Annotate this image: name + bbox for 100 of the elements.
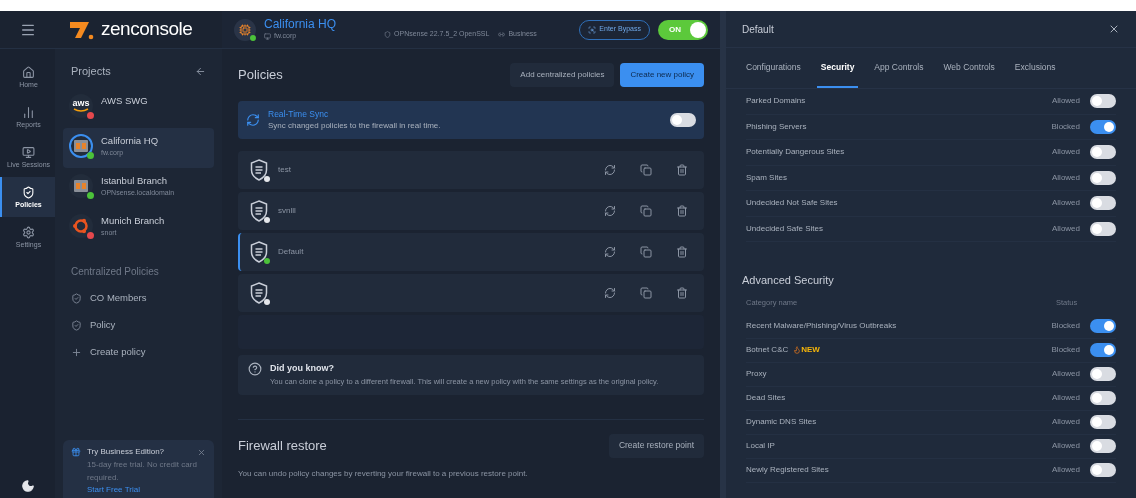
sidebar-link[interactable]: Create policy xyxy=(63,338,214,366)
start-trial-link[interactable]: Start Free Trial xyxy=(71,484,206,496)
toggle-switch[interactable] xyxy=(1090,94,1116,109)
category-name: Spam Sites xyxy=(746,171,788,184)
restore-heading: Firewall restore xyxy=(238,436,328,455)
category-status: Allowed xyxy=(1052,222,1080,235)
bar-chart-icon xyxy=(22,106,35,119)
policy-row[interactable]: svnlll xyxy=(238,192,704,230)
policy-row[interactable]: Default xyxy=(238,233,704,271)
sidebar-link[interactable]: CO Members xyxy=(63,284,214,312)
toggle-switch[interactable] xyxy=(1090,319,1116,333)
drawer-tab[interactable]: Configurations xyxy=(742,48,805,88)
toggle-switch[interactable] xyxy=(1090,196,1116,211)
toggle-switch[interactable] xyxy=(1090,415,1116,429)
sync-icon[interactable] xyxy=(604,205,616,217)
toggle-switch[interactable] xyxy=(1090,343,1116,357)
category-status: Blocked xyxy=(1051,320,1080,332)
drawer-title: Default xyxy=(742,22,775,37)
category-status: Allowed xyxy=(1052,197,1080,210)
sync-icon[interactable] xyxy=(604,287,616,299)
trash-icon[interactable] xyxy=(676,164,688,176)
category-status: Allowed xyxy=(1052,416,1080,428)
category-name: Newly Registered Sites xyxy=(746,464,829,476)
category-name: Proxy xyxy=(746,368,767,380)
toggle-switch[interactable] xyxy=(1090,391,1116,405)
shield-icon xyxy=(250,282,268,304)
shield-icon xyxy=(250,241,268,263)
trash-icon[interactable] xyxy=(676,287,688,299)
add-centralized-button[interactable]: Add centralized policies xyxy=(510,63,615,87)
projects-heading: Projects xyxy=(71,64,111,79)
policies-heading: Policies xyxy=(238,66,284,85)
shield-icon xyxy=(22,186,35,199)
sidebar-link[interactable]: Policy xyxy=(63,311,214,339)
project-item[interactable]: aws AWS SWG xyxy=(63,87,214,128)
category-status: Allowed xyxy=(1052,171,1080,184)
drawer-tab[interactable]: Security xyxy=(816,48,859,88)
trash-icon[interactable] xyxy=(676,246,688,258)
copy-icon[interactable] xyxy=(640,246,652,258)
aws-logo: aws xyxy=(72,99,90,112)
promo-text: 15-day free trial. No credit card required. xyxy=(86,459,198,484)
sync-icon[interactable] xyxy=(604,164,616,176)
create-policy-button[interactable]: Create new policy xyxy=(620,63,704,87)
monitor-icon xyxy=(22,146,35,159)
shield-icon xyxy=(250,200,268,222)
policy-name: Default xyxy=(278,246,304,258)
toggle-switch[interactable] xyxy=(670,113,696,127)
toggle-switch[interactable] xyxy=(1090,145,1116,160)
sync-description: Sync changed policies to the firewall in real time. xyxy=(268,120,442,133)
drawer-tab[interactable]: App Controls xyxy=(870,48,928,88)
toggle-switch[interactable] xyxy=(1090,119,1116,134)
settings-icon xyxy=(22,226,35,239)
shield-icon xyxy=(71,319,82,331)
scan-icon xyxy=(588,25,597,34)
promo-title: Try Business Edition? xyxy=(87,446,166,458)
advanced-heading: Advanced Security xyxy=(741,273,835,288)
copy-icon[interactable] xyxy=(640,287,652,299)
tip-title: Did you know? xyxy=(270,362,335,375)
shield-icon xyxy=(250,159,268,181)
category-name: Potentially Dangerous Sites xyxy=(746,146,846,159)
category-name: Botnet C&C xyxy=(746,344,789,356)
create-restore-button[interactable]: Create restore point xyxy=(608,433,704,458)
toggle-switch[interactable] xyxy=(1090,463,1116,477)
monitor-icon xyxy=(264,33,271,40)
close-icon[interactable] xyxy=(1108,23,1120,35)
shield-icon xyxy=(71,292,82,304)
restore-text: You can undo policy changes by reverting your firewall to a previous restore point. xyxy=(238,467,529,480)
category-status: Allowed xyxy=(1052,464,1080,476)
sync-icon[interactable] xyxy=(604,246,616,258)
toggle-switch[interactable] xyxy=(1090,367,1116,381)
toggle-switch[interactable] xyxy=(1090,439,1116,453)
category-name: Undecided Safe Sites xyxy=(746,222,824,235)
plus-icon xyxy=(71,346,82,358)
policy-name: svnlll xyxy=(278,205,296,217)
category-name: Recent Malware/Phishing/Virus Outbreaks xyxy=(746,320,897,332)
category-status: Blocked xyxy=(1051,120,1080,133)
drawer-tab[interactable]: Web Controls xyxy=(939,48,999,88)
drawer-tab[interactable]: Exclusions xyxy=(1010,48,1060,88)
category-status: Allowed xyxy=(1052,146,1080,159)
toggle-switch[interactable] xyxy=(1090,221,1116,236)
toggle-switch[interactable] xyxy=(1090,170,1116,185)
category-name: Local IP xyxy=(746,440,775,452)
section-heading: Centralized Policies xyxy=(70,264,160,279)
copy-icon[interactable] xyxy=(640,205,652,217)
app-logo-text: zenconsole xyxy=(101,17,193,42)
project-name: California HQ xyxy=(101,133,159,148)
category-name: Phishing Servers xyxy=(746,120,808,133)
policy-name: test xyxy=(278,164,291,176)
category-status: Allowed xyxy=(1052,368,1080,380)
logo-mark-icon xyxy=(69,19,95,40)
copy-icon[interactable] xyxy=(640,164,652,176)
dark-mode-icon[interactable] xyxy=(20,479,35,493)
category-name: Dead Sites xyxy=(746,392,786,404)
collapse-arrow-icon[interactable] xyxy=(195,65,206,77)
policy-row[interactable]: test xyxy=(238,151,704,189)
sync-title: Real-Time Sync xyxy=(268,107,330,121)
category-name: Dynamic DNS Sites xyxy=(746,416,817,428)
category-status: Allowed xyxy=(1052,392,1080,404)
home-icon xyxy=(22,66,35,79)
category-name: Undecided Not Safe Sites xyxy=(746,197,839,210)
trash-icon[interactable] xyxy=(676,205,688,217)
